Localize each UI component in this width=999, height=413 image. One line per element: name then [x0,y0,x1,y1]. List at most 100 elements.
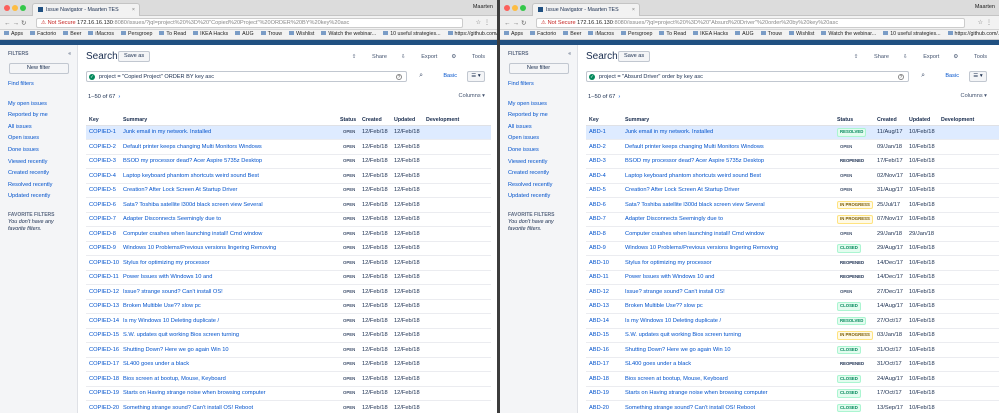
filter-link-resolved-recently[interactable]: Resolved recently [8,180,69,192]
issue-summary-link[interactable]: SL400 goes under a black [120,357,337,372]
issue-key-link[interactable]: ABD-4 [586,168,622,184]
issue-key-link[interactable]: COPIED-3 [86,154,120,169]
issue-key-link[interactable]: COPIED-7 [86,212,120,227]
column-summary[interactable]: Summary [120,115,337,126]
issue-summary-link[interactable]: Stylus for optimizing my processor [120,255,337,271]
issue-key-link[interactable]: ABD-3 [586,154,622,169]
collapse-icon[interactable]: « [68,51,71,57]
issue-key-link[interactable]: COPIED-4 [86,168,120,184]
filter-link-viewed-recently[interactable]: Viewed recently [8,157,69,169]
issue-summary-link[interactable]: Laptop keyboard phantom shortcuts weird … [120,168,337,184]
table-row[interactable]: COPIED-10 Stylus for optimizing my proces… [86,255,491,271]
table-row[interactable]: COPIED-3 BSOD my processor dead? Acer Asp… [86,154,491,169]
columns-button[interactable]: Columns ▾ [459,93,485,99]
basic-search-link[interactable]: Basic [443,73,457,79]
issue-summary-link[interactable]: Issue? strange sound? Can't install OS! [622,284,834,300]
issue-summary-link[interactable]: Is my Windows 10 Deleting duplicate / [120,313,337,329]
search-icon[interactable]: ⌕ [419,72,423,80]
issue-summary-link[interactable]: Creation? After Lock Screen At Startup D… [120,183,337,198]
column-status[interactable]: Status [834,115,874,126]
browser-tab[interactable]: Issue Navigator - Maarten TES × [532,3,640,16]
table-row[interactable]: COPIED-6 Sata? Toshiba satellite l300d bl… [86,197,491,213]
issue-summary-link[interactable]: Starts on Having strange noise when brow… [622,386,834,401]
table-row[interactable]: ABD-7 Adapter Disconnects Seemingly due t… [586,212,999,227]
issue-summary-link[interactable]: Junk email in my network. Installed [622,125,834,140]
share-button[interactable]: ⇪ Share [352,54,387,60]
issue-summary-link[interactable]: Windows 10 Problems/Previous versions li… [120,241,337,256]
table-row[interactable]: COPIED-8 Computer crashes when launching … [86,226,491,242]
table-row[interactable]: ABD-20 Something strange sound? Can't ins… [586,400,999,413]
issue-key-link[interactable]: COPIED-14 [86,313,120,329]
bookmark-item[interactable]: iMacros [588,31,614,37]
issue-summary-link[interactable]: Is my Windows 10 Deleting duplicate / [622,313,834,329]
close-window-button[interactable] [504,5,510,11]
bookmark-item[interactable]: IKEA Hacks [193,31,228,37]
maximize-window-button[interactable] [20,5,26,11]
issue-key-link[interactable]: COPIED-16 [86,342,120,358]
tab-close-icon[interactable]: × [132,7,135,13]
bookmark-item[interactable]: Persgroep [120,31,152,37]
issue-key-link[interactable]: ABD-20 [586,400,622,413]
filter-link-resolved-recently[interactable]: Resolved recently [508,180,569,192]
not-secure-label[interactable]: ⚠ Not Secure [41,20,76,26]
issue-summary-link[interactable]: Creation? After Lock Screen At Startup D… [622,183,834,198]
issue-key-link[interactable]: COPIED-12 [86,284,120,300]
jql-input[interactable]: ✓ project = "Copied Project" ORDER BY ke… [86,71,407,82]
filter-link-all-issues[interactable]: All issues [8,122,69,134]
issue-key-link[interactable]: COPIED-13 [86,299,120,314]
filter-link-viewed-recently[interactable]: Viewed recently [508,157,569,169]
table-row[interactable]: COPIED-12 Issue? strange sound? Can't ins… [86,284,491,300]
filter-link-my-open-issues[interactable]: My open issues [8,99,69,111]
filter-link-open-issues[interactable]: Open issues [508,133,569,145]
table-row[interactable]: ABD-5 Creation? After Lock Screen At Star… [586,183,999,198]
issue-summary-link[interactable]: Default printer keeps changing Multi Mon… [622,139,834,155]
bookmark-item[interactable]: Beer [63,31,81,37]
bookmark-item[interactable]: Trouw [760,31,782,37]
bookmark-item[interactable]: To Read [159,31,186,37]
filter-link-created-recently[interactable]: Created recently [8,168,69,180]
bookmark-item[interactable]: 10 useful strategies... [383,31,441,37]
forward-icon[interactable]: → [513,20,522,27]
issue-summary-link[interactable]: SL400 goes under a black [622,357,834,372]
column-updated[interactable]: Updated [391,115,423,126]
issue-summary-link[interactable]: Bios screen at bootup, Mouse, Keyboard [622,371,834,387]
close-window-button[interactable] [4,5,10,11]
find-filters-link[interactable]: Find filters [8,79,69,91]
table-row[interactable]: ABD-8 Computer crashes when launching ins… [586,226,999,242]
table-row[interactable]: ABD-19 Starts on Having strange noise whe… [586,386,999,401]
table-row[interactable]: ABD-2 Default printer keeps changing Mult… [586,139,999,155]
issue-summary-link[interactable]: Shutting Down? Here we go again Win 10 [120,342,337,358]
table-row[interactable]: ABD-6 Sata? Toshiba satellite l300d black… [586,197,999,213]
column-development[interactable]: Development [938,115,999,126]
issue-key-link[interactable]: ABD-13 [586,299,622,314]
reload-icon[interactable]: ↻ [521,20,528,27]
bookmark-item[interactable]: Watch the webinar... [821,31,876,37]
table-row[interactable]: ABD-16 Shutting Down? Here we go again Wi… [586,342,999,358]
issue-key-link[interactable]: ABD-17 [586,357,622,372]
issue-summary-link[interactable]: Junk email in my network. Installed [120,125,337,140]
issue-key-link[interactable]: COPIED-1 [86,125,120,140]
issue-key-link[interactable]: COPIED-5 [86,183,120,198]
star-icon[interactable]: ☆ [978,20,986,26]
jql-input[interactable]: ✓ project = "Absurd Driver" order by key… [586,71,909,82]
table-row[interactable]: COPIED-17 SL400 goes under a black OPEN 12/… [86,357,491,372]
issue-summary-link[interactable]: Starts on Having strange noise when brow… [120,386,337,401]
back-icon[interactable]: ← [4,20,13,27]
bookmark-item[interactable]: https://github.com/... [947,31,999,37]
issue-key-link[interactable]: COPIED-6 [86,197,120,213]
issue-summary-link[interactable]: Something strange sound? Can't install O… [622,400,834,413]
bookmark-item[interactable]: AUG [235,31,254,37]
issue-key-link[interactable]: COPIED-17 [86,357,120,372]
issue-key-link[interactable]: ABD-9 [586,241,622,256]
issue-key-link[interactable]: ABD-15 [586,328,622,343]
filter-link-updated-recently[interactable]: Updated recently [8,191,69,203]
table-row[interactable]: ABD-18 Bios screen at bootup, Mouse, Keyb… [586,371,999,387]
filter-link-my-open-issues[interactable]: My open issues [508,99,569,111]
table-row[interactable]: COPIED-1 Junk email in my network. Instal… [86,125,491,140]
export-button[interactable]: ⇩ Export [903,54,939,60]
minimize-window-button[interactable] [12,5,18,11]
issue-key-link[interactable]: COPIED-15 [86,328,120,343]
issue-key-link[interactable]: ABD-18 [586,371,622,387]
issue-summary-link[interactable]: Something strange sound? Can't install O… [120,400,337,413]
filter-link-done-issues[interactable]: Done issues [508,145,569,157]
